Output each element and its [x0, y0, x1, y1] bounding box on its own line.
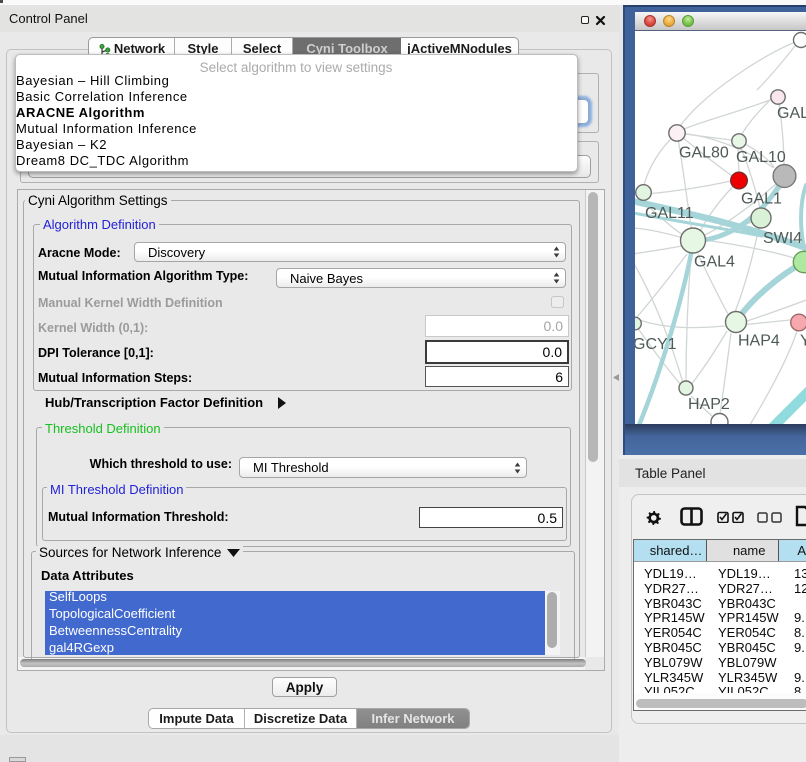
svg-text:GAL4: GAL4 — [694, 254, 735, 271]
svg-text:HAP4: HAP4 — [738, 333, 780, 350]
svg-text:SWI4: SWI4 — [763, 230, 802, 247]
svg-text:GAL10: GAL10 — [736, 149, 786, 166]
svg-text:YM: YM — [800, 333, 806, 350]
svg-text:HAP2: HAP2 — [688, 396, 730, 413]
svg-text:GCY1: GCY1 — [635, 336, 677, 353]
svg-text:GAL1: GAL1 — [741, 191, 782, 208]
svg-text:GAL7: GAL7 — [777, 105, 806, 122]
svg-text:GAL11: GAL11 — [645, 205, 694, 222]
svg-text:GAL80: GAL80 — [679, 145, 729, 162]
